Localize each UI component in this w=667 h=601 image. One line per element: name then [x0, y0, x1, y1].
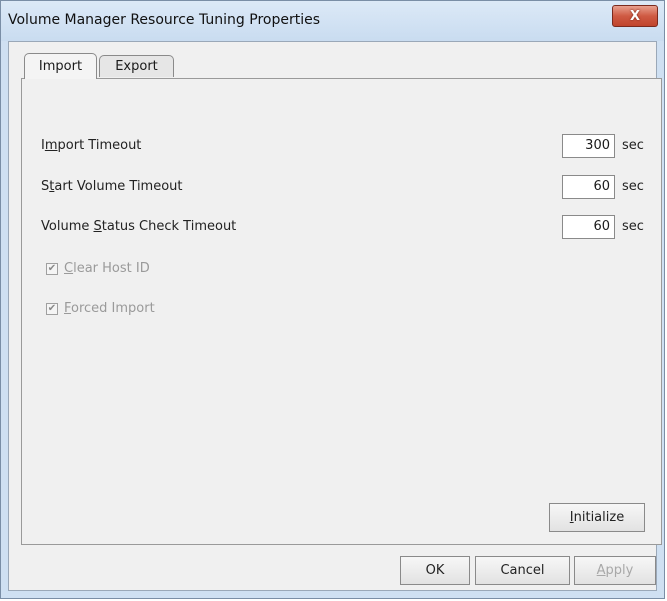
tab-import[interactable]: Import — [24, 53, 97, 79]
check-icon: ✔ — [46, 262, 58, 275]
volume-status-check-timeout-label: Volume Status Check Timeout — [41, 219, 237, 234]
close-icon: X — [629, 8, 641, 24]
forced-import-checkbox[interactable]: ✔ Forced Import — [46, 301, 155, 316]
clear-host-id-label: Clear Host ID — [64, 261, 150, 276]
title-bar[interactable]: Volume Manager Resource Tuning Propertie… — [1, 1, 664, 41]
window-title: Volume Manager Resource Tuning Propertie… — [8, 12, 321, 28]
dialog-client-area: Import Export Import Timeout 300 sec Sta… — [8, 41, 662, 591]
check-icon: ✔ — [46, 302, 58, 315]
import-timeout-input[interactable]: 300 — [562, 134, 615, 158]
volume-status-check-timeout-unit: sec — [622, 219, 644, 234]
tab-export-label: Export — [115, 59, 158, 74]
cancel-button[interactable]: Cancel — [475, 556, 570, 585]
import-tab-panel: Import Timeout 300 sec Start Volume Time… — [21, 78, 662, 545]
start-volume-timeout-label: Start Volume Timeout — [41, 179, 183, 194]
initialize-button[interactable]: Initialize — [549, 503, 645, 532]
tab-import-label: Import — [38, 59, 83, 74]
start-volume-timeout-input[interactable]: 60 — [562, 175, 615, 199]
volume-status-check-timeout-input[interactable]: 60 — [562, 215, 615, 239]
forced-import-label: Forced Import — [64, 301, 155, 316]
import-timeout-label: Import Timeout — [41, 138, 142, 153]
dialog-window: Volume Manager Resource Tuning Propertie… — [0, 0, 665, 599]
import-timeout-unit: sec — [622, 138, 644, 153]
tab-export[interactable]: Export — [99, 55, 174, 77]
close-button[interactable]: X — [612, 5, 658, 27]
apply-button: Apply — [574, 556, 656, 585]
clear-host-id-checkbox[interactable]: ✔ Clear Host ID — [46, 261, 150, 276]
start-volume-timeout-unit: sec — [622, 179, 644, 194]
ok-button[interactable]: OK — [400, 556, 470, 585]
